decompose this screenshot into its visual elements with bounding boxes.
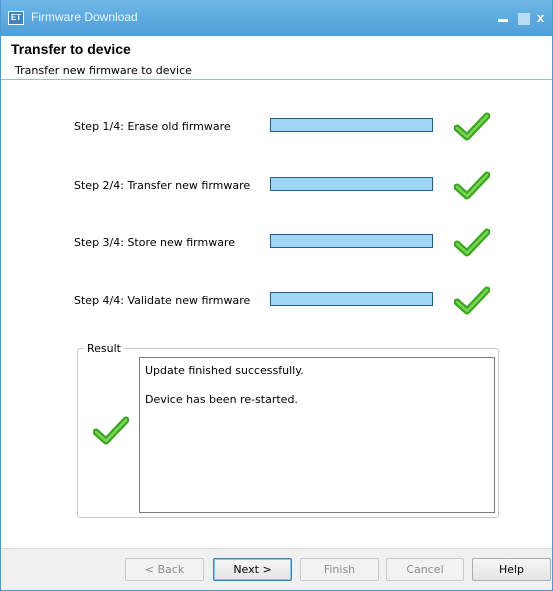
result-group: Result Update finished successfully. Dev…	[77, 342, 499, 518]
help-button[interactable]: Help	[472, 558, 551, 581]
check-icon	[454, 286, 490, 315]
result-message: Update finished successfully.	[145, 364, 304, 377]
result-message: Device has been re-started.	[145, 393, 298, 406]
cancel-button[interactable]: Cancel	[386, 558, 464, 581]
maximize-button[interactable]	[516, 11, 530, 25]
step-label: Step 3/4: Store new firmware	[74, 236, 236, 249]
progress-fill	[271, 119, 432, 131]
step-row: Step 1/4: Erase old firmware	[1, 112, 552, 142]
step-progress-bar	[270, 118, 433, 132]
step-row: Step 4/4: Validate new firmware	[1, 286, 552, 316]
firmware-download-window: ET Firmware Download x Transfer to devic…	[0, 0, 553, 591]
step-row: Step 2/4: Transfer new firmware	[1, 171, 552, 201]
next-button[interactable]: Next >	[213, 558, 292, 581]
page-subtitle: Transfer new firmware to device	[15, 64, 192, 77]
result-legend: Result	[84, 342, 124, 355]
finish-button[interactable]: Finish	[300, 558, 379, 581]
progress-fill	[271, 178, 432, 190]
step-label: Step 4/4: Validate new firmware	[74, 294, 251, 307]
page-title: Transfer to device	[11, 41, 131, 57]
step-progress-bar	[270, 177, 433, 191]
step-progress-bar	[270, 234, 433, 248]
check-icon	[454, 228, 490, 257]
title-bar[interactable]: ET Firmware Download x	[1, 0, 552, 36]
check-icon	[454, 171, 490, 200]
result-text-box[interactable]: Update finished successfully. Device has…	[139, 357, 495, 513]
step-label: Step 2/4: Transfer new firmware	[74, 179, 251, 192]
step-row: Step 3/4: Store new firmware	[1, 228, 552, 258]
wizard-header: Transfer to device Transfer new firmware…	[1, 36, 552, 80]
app-icon: ET	[8, 11, 24, 25]
check-icon	[454, 112, 490, 141]
wizard-footer: < Back Next > Finish Cancel Help	[1, 548, 552, 590]
step-progress-bar	[270, 292, 433, 306]
window-title: Firmware Download	[31, 10, 138, 24]
minimize-button[interactable]	[495, 11, 513, 25]
progress-fill	[271, 293, 432, 305]
check-icon	[93, 416, 129, 445]
back-button[interactable]: < Back	[125, 558, 204, 581]
progress-fill	[271, 235, 432, 247]
step-label: Step 1/4: Erase old firmware	[74, 120, 231, 133]
close-button[interactable]: x	[537, 11, 551, 25]
